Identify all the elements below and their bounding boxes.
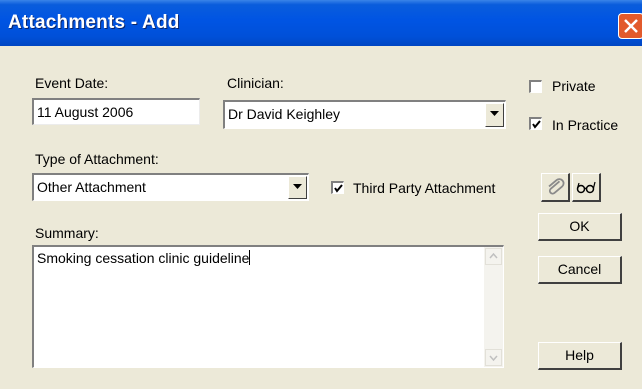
cancel-button[interactable]: Cancel [538, 256, 622, 284]
scroll-down-button[interactable] [485, 349, 502, 366]
attach-file-button[interactable] [541, 173, 570, 202]
chevron-down-icon [490, 111, 499, 116]
paperclip-icon [548, 178, 565, 195]
summary-label: Summary: [35, 225, 99, 241]
clinician-label: Clinician: [227, 75, 284, 91]
summary-textarea[interactable]: Smoking cessation clinic guideline [32, 245, 504, 368]
view-attachment-button[interactable] [572, 173, 601, 202]
summary-scrollbar[interactable] [484, 247, 503, 367]
event-date-value: 11 August 2006 [37, 104, 134, 120]
third-party-checkbox[interactable] [331, 181, 344, 194]
chevron-down-icon [293, 184, 302, 189]
checkmark-icon [532, 120, 541, 129]
type-dropdown-button[interactable] [288, 176, 307, 199]
private-checkbox[interactable] [529, 80, 542, 93]
text-caret [249, 250, 251, 265]
title-bar: Attachments - Add [0, 0, 642, 46]
glasses-icon [576, 181, 596, 194]
type-of-attachment-label: Type of Attachment: [35, 151, 159, 167]
chevron-up-icon [489, 252, 498, 259]
clinician-select[interactable]: Dr David Keighley [223, 100, 506, 129]
in-practice-label: In Practice [552, 117, 619, 133]
ok-button[interactable]: OK [538, 213, 622, 241]
private-label: Private [552, 78, 596, 94]
cancel-button-label: Cancel [557, 261, 602, 277]
type-of-attachment-select[interactable]: Other Attachment [32, 173, 309, 201]
event-date-label: Event Date: [35, 75, 109, 91]
scroll-up-button[interactable] [485, 248, 502, 265]
chevron-down-icon [489, 355, 498, 362]
close-button[interactable] [618, 13, 642, 39]
help-button[interactable]: Help [538, 342, 622, 370]
ok-button-label: OK [569, 218, 590, 234]
event-date-field[interactable]: 11 August 2006 [32, 98, 200, 125]
summary-value: Smoking cessation clinic guideline [37, 250, 251, 266]
clinician-dropdown-button[interactable] [485, 103, 504, 127]
in-practice-checkbox[interactable] [529, 117, 542, 130]
third-party-label: Third Party Attachment [353, 180, 496, 196]
close-icon [624, 19, 638, 33]
checkmark-icon [334, 184, 343, 193]
help-button-label: Help [565, 347, 594, 363]
clinician-value: Dr David Keighley [228, 106, 341, 122]
window-title: Attachments - Add [8, 12, 180, 33]
attachments-add-dialog: Attachments - Add Event Date: 11 August … [0, 0, 642, 389]
type-of-attachment-value: Other Attachment [37, 179, 146, 195]
